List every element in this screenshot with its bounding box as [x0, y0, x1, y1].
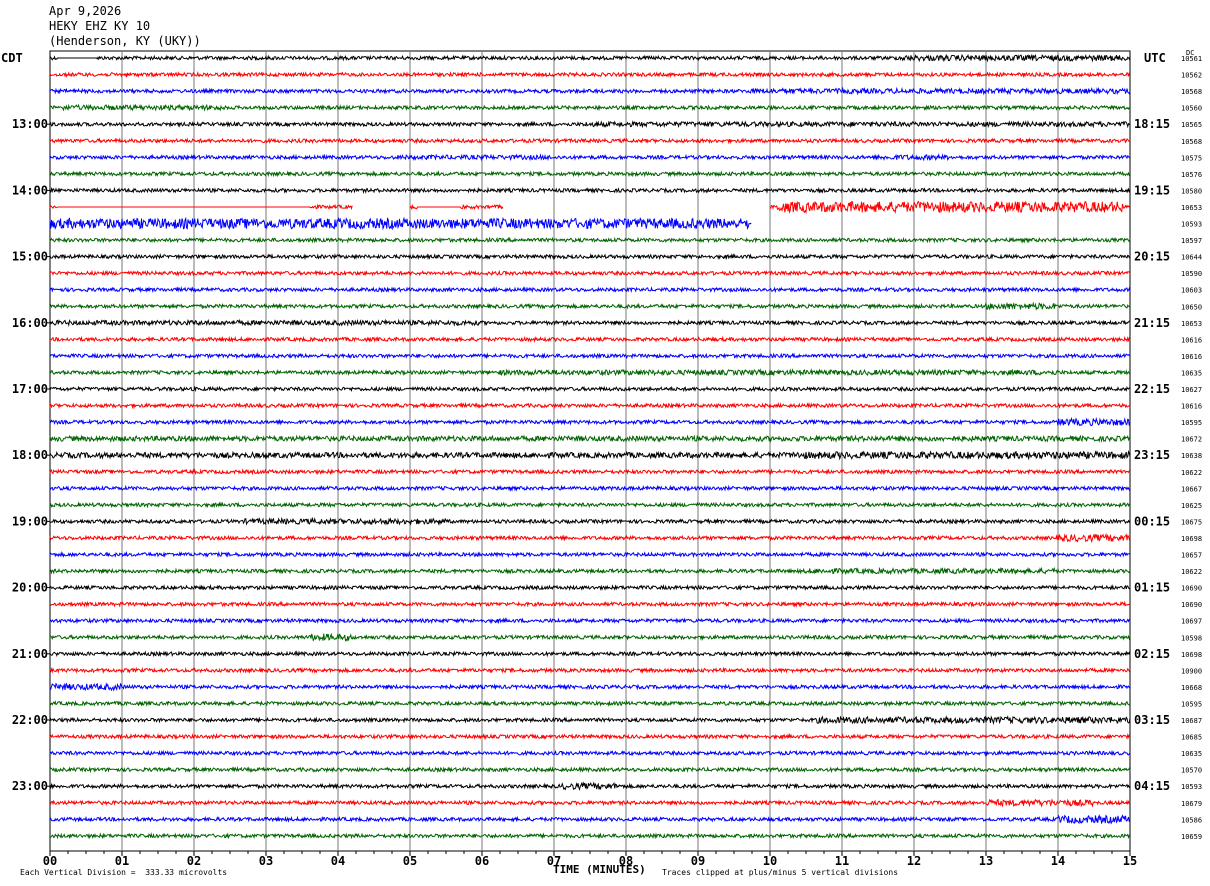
- dc-offset-label: 10672: [1181, 436, 1202, 444]
- dc-offset-label: 10576: [1181, 171, 1202, 179]
- dc-offset-label: 10561: [1181, 55, 1202, 63]
- clip-note: Traces clipped at plus/minus 5 vertical …: [662, 868, 899, 877]
- dc-offset-label: 10627: [1181, 386, 1202, 394]
- x-tick-label: 12: [907, 854, 921, 868]
- dc-offset-label: 10562: [1181, 72, 1202, 80]
- plot-frame: [49, 50, 1131, 852]
- x-tick-label: 14: [1051, 854, 1065, 868]
- left-hour-label: 16:00: [12, 316, 48, 330]
- dc-offset-label: 10698: [1181, 535, 1202, 543]
- right-hour-label: 02:15: [1134, 647, 1170, 661]
- dc-offset-label: 10653: [1181, 204, 1202, 212]
- right-hour-label: 00:15: [1134, 514, 1170, 528]
- dc-offset-label: 10616: [1181, 336, 1202, 344]
- left-hour-label: 21:00: [12, 647, 48, 661]
- right-hour-label: 03:15: [1134, 713, 1170, 727]
- scale-note: Each Vertical Division = 333.33 microvol…: [20, 868, 228, 877]
- dc-offset-label: 10668: [1181, 684, 1202, 692]
- x-tick-label: 09: [691, 854, 705, 868]
- dc-offset-label: 10616: [1181, 353, 1202, 361]
- dc-offset-label: 10644: [1181, 254, 1202, 262]
- left-hour-label: 23:00: [12, 779, 48, 793]
- left-hour-label: 15:00: [12, 250, 48, 264]
- x-tick-label: 05: [403, 854, 417, 868]
- dc-offset-label: 10616: [1181, 403, 1202, 411]
- right-hour-label: 21:15: [1134, 316, 1170, 330]
- dc-offset-label: 10622: [1181, 568, 1202, 576]
- left-hour-label: 20:00: [12, 581, 48, 595]
- left-hour-label: 18:00: [12, 448, 48, 462]
- dc-offset-label: 10675: [1181, 518, 1202, 526]
- left-hour-label: 22:00: [12, 713, 48, 727]
- left-hour-label: 14:00: [12, 183, 48, 197]
- dc-offset-label: 10690: [1181, 601, 1202, 609]
- right-hour-label: 22:15: [1134, 382, 1170, 396]
- dc-offset-label: 10659: [1181, 833, 1202, 841]
- right-hour-label: 18:15: [1134, 117, 1170, 131]
- dc-offset-label: 10593: [1181, 783, 1202, 791]
- x-axis-title: TIME (MINUTES): [553, 863, 646, 876]
- dc-offset-label: 10697: [1181, 618, 1202, 626]
- dc-offset-label: 10595: [1181, 419, 1202, 427]
- dc-offset-label: 10568: [1181, 88, 1202, 96]
- dc-offset-label: 10595: [1181, 700, 1202, 708]
- x-tick-label: 13: [979, 854, 993, 868]
- dc-offset-label: 10698: [1181, 651, 1202, 659]
- dc-offset-label: 10687: [1181, 717, 1202, 725]
- dc-offset-label: 10625: [1181, 502, 1202, 510]
- x-tick-label: 00: [43, 854, 57, 868]
- dc-offset-label: 10575: [1181, 154, 1202, 162]
- right-hour-label: 23:15: [1134, 448, 1170, 462]
- x-tick-label: 04: [331, 854, 345, 868]
- dc-offset-label: 10590: [1181, 270, 1202, 278]
- seismogram-plot: 00 01 02 03 04 05 06 07 08 09 10 11 12 13 14 1510561105…: [12, 50, 1202, 868]
- left-hour-label: 19:00: [12, 514, 48, 528]
- x-tick-label: 15: [1123, 854, 1137, 868]
- x-tick-label: 06: [475, 854, 489, 868]
- x-tick-label: 10: [763, 854, 777, 868]
- left-hour-label: 17:00: [12, 382, 48, 396]
- dc-offset-label: 10580: [1181, 187, 1202, 195]
- left-hour-label: 13:00: [12, 117, 48, 131]
- x-tick-label: 01: [115, 854, 129, 868]
- dc-offset-label: 10597: [1181, 237, 1202, 245]
- dc-offset-label: 10603: [1181, 287, 1202, 295]
- dc-offset-label: 10622: [1181, 469, 1202, 477]
- dc-offset-label: 10598: [1181, 634, 1202, 642]
- right-hour-label: 20:15: [1134, 250, 1170, 264]
- x-tick-label: 02: [187, 854, 201, 868]
- dc-offset-label: 10650: [1181, 303, 1202, 311]
- dc-offset-label: 10565: [1181, 121, 1202, 129]
- dc-offset-label: 10560: [1181, 105, 1202, 113]
- dc-offset-label: 10685: [1181, 734, 1202, 742]
- dc-offset-label: 10679: [1181, 800, 1202, 808]
- dc-offset-label: 10638: [1181, 452, 1202, 460]
- x-tick-label: 03: [259, 854, 273, 868]
- right-hour-label: 19:15: [1134, 183, 1170, 197]
- dc-offset-label: 10690: [1181, 585, 1202, 593]
- dc-offset-label: 10635: [1181, 750, 1202, 758]
- dc-offset-label: 10593: [1181, 221, 1202, 229]
- dc-offset-label: 10568: [1181, 138, 1202, 146]
- dc-offset-label: 10635: [1181, 369, 1202, 377]
- dc-offset-label: 10586: [1181, 816, 1202, 824]
- dc-offset-label: 10900: [1181, 667, 1202, 675]
- right-hour-label: 01:15: [1134, 581, 1170, 595]
- dc-offset-label: 10667: [1181, 485, 1202, 493]
- dc-offset-label: 10653: [1181, 320, 1202, 328]
- dc-offset-label: 10657: [1181, 552, 1202, 560]
- dc-offset-label: 10570: [1181, 767, 1202, 775]
- x-tick-label: 11: [835, 854, 849, 868]
- right-hour-label: 04:15: [1134, 779, 1170, 793]
